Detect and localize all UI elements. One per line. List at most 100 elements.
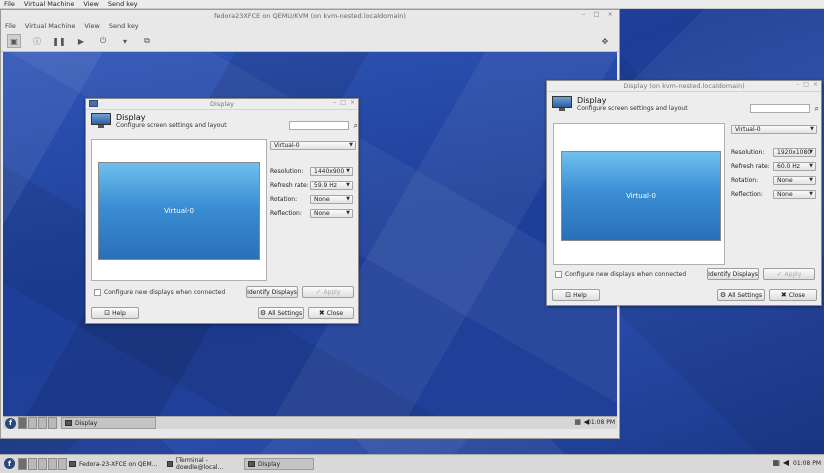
- console-icon[interactable]: ▣: [7, 34, 21, 48]
- workspace-2[interactable]: [28, 458, 37, 470]
- task-fedora-vm[interactable]: Fedora-23-XFCE on QEM...: [66, 458, 162, 470]
- pause-icon[interactable]: ❚❚: [52, 35, 65, 47]
- guest-rotation-select[interactable]: None ▼: [310, 195, 353, 204]
- minimize-icon[interactable]: –: [333, 99, 336, 106]
- maximize-icon[interactable]: □: [340, 99, 346, 106]
- task-terminal[interactable]: [Terminal - dowdle@local...: [164, 457, 244, 471]
- host-close-label: Close: [788, 291, 806, 299]
- minimize-icon[interactable]: –: [796, 81, 799, 88]
- menu-send-key[interactable]: Send key: [108, 0, 138, 8]
- minimize-icon[interactable]: –: [582, 10, 585, 18]
- fedora-menu-icon[interactable]: f: [4, 458, 15, 469]
- host-dialog-header: Display Configure screen settings and la…: [552, 96, 688, 112]
- close-icon[interactable]: ×: [350, 99, 355, 106]
- fullscreen-icon[interactable]: ✥: [599, 35, 611, 47]
- host-display-dialog: Display (on kvm-nested.localdomain) – □ …: [546, 80, 822, 306]
- host-workspace-switcher[interactable]: [18, 458, 67, 470]
- chevron-down-icon: ▼: [809, 177, 813, 183]
- guest-display-preview: Virtual-0: [91, 139, 267, 281]
- guest-all-settings-label: All Settings: [268, 309, 303, 317]
- guest-help-button[interactable]: ⊡ Help: [91, 307, 139, 319]
- guest-reflection-select[interactable]: None ▼: [310, 209, 353, 218]
- shutdown-icon[interactable]: ⏻: [97, 35, 109, 47]
- host-rotation-value: None: [777, 177, 793, 184]
- menu-file[interactable]: File: [4, 0, 15, 8]
- guest-identify-displays-button[interactable]: Identify Displays: [246, 286, 298, 298]
- checkbox-icon[interactable]: [94, 289, 101, 296]
- run-icon[interactable]: ▶: [75, 35, 87, 47]
- host-rotation-select[interactable]: None ▼: [773, 176, 816, 185]
- vm-menu-send-key[interactable]: Send key: [109, 22, 139, 30]
- guest-dialog-window-title: Display: [210, 100, 234, 108]
- host-monitor-thumbnail[interactable]: Virtual-0: [561, 151, 721, 241]
- task-display[interactable]: Display: [244, 458, 314, 470]
- host-close-button[interactable]: ✖ Close: [769, 289, 817, 301]
- host-output-select[interactable]: Virtual-0 ▼: [731, 125, 817, 134]
- guest-output-value: Virtual-0: [274, 142, 300, 149]
- guest-search-input[interactable]: ⌕: [289, 121, 358, 130]
- guest-configure-new-displays-checkbox[interactable]: Configure new displays when connected: [94, 289, 225, 296]
- guest-resolution-select[interactable]: 1440x900 ▼: [310, 167, 353, 176]
- host-configure-new-displays-checkbox[interactable]: Configure new displays when connected: [555, 271, 686, 278]
- workspace-3[interactable]: [38, 458, 47, 470]
- host-reflection-label: Reflection:: [731, 191, 763, 198]
- host-all-settings-button[interactable]: ⚙ All Settings: [717, 289, 765, 301]
- host-help-button[interactable]: ⊡ Help: [552, 289, 600, 301]
- maximize-icon[interactable]: □: [803, 81, 809, 88]
- maximize-icon[interactable]: □: [593, 10, 599, 18]
- menu-view[interactable]: View: [83, 0, 98, 8]
- guest-monitor-thumbnail[interactable]: Virtual-0: [98, 162, 260, 260]
- host-search-input[interactable]: ⌕: [750, 104, 819, 113]
- close-icon[interactable]: ×: [608, 10, 613, 18]
- search-icon[interactable]: ⌕: [815, 104, 819, 114]
- workspace-3[interactable]: [38, 417, 47, 429]
- snapshots-icon[interactable]: ⧉: [141, 35, 153, 47]
- host-identify-label: Identify Displays: [708, 270, 758, 278]
- workspace-1[interactable]: [18, 417, 27, 429]
- workspace-1[interactable]: [18, 458, 27, 470]
- chevron-down-icon: ▼: [809, 191, 813, 197]
- host-refresh-select[interactable]: 60.0 Hz ▼: [773, 162, 816, 171]
- search-icon[interactable]: ⌕: [354, 121, 358, 131]
- guest-refresh-select[interactable]: 59.9 Hz ▼: [310, 181, 353, 190]
- network-icon[interactable]: ▦: [574, 418, 581, 426]
- checkbox-icon[interactable]: [555, 271, 562, 278]
- host-taskbar: f Fedora-23-XFCE on QEM... [Terminal - d…: [0, 454, 824, 473]
- guest-apply-button[interactable]: ✓ Apply: [302, 286, 354, 298]
- guest-output-select[interactable]: Virtual-0 ▼: [270, 141, 356, 150]
- fedora-menu-icon[interactable]: f: [5, 417, 16, 429]
- guest-close-button[interactable]: ✖ Close: [308, 307, 354, 319]
- guest-clock: 01:08 PM: [587, 419, 615, 426]
- details-icon[interactable]: ⓘ: [31, 35, 43, 47]
- host-dialog-subtitle: Configure screen settings and layout: [577, 105, 688, 112]
- checkmark-icon: ✓: [776, 270, 783, 278]
- guest-task-display[interactable]: Display: [61, 417, 156, 429]
- host-reflection-select[interactable]: None ▼: [773, 190, 816, 199]
- menu-virtual-machine[interactable]: Virtual Machine: [24, 0, 75, 8]
- guest-all-settings-button[interactable]: ⚙ All Settings: [258, 307, 304, 319]
- volume-icon[interactable]: ◀: [783, 458, 789, 467]
- host-apply-button[interactable]: ✓ Apply: [763, 268, 815, 280]
- guest-identify-label: Identify Displays: [247, 288, 297, 296]
- vm-menu-view[interactable]: View: [84, 22, 99, 30]
- vm-window-menubar: File Virtual Machine View Send key: [1, 21, 619, 31]
- host-refresh-value: 60.0 Hz: [777, 163, 800, 170]
- vm-menu-file[interactable]: File: [5, 22, 16, 30]
- workspace-2[interactable]: [28, 417, 37, 429]
- guest-refresh-label: Refresh rate:: [270, 182, 309, 189]
- guest-display[interactable]: Display – □ × Display Configure screen s…: [3, 52, 617, 429]
- vm-menu-virtual-machine[interactable]: Virtual Machine: [25, 22, 76, 30]
- host-identify-displays-button[interactable]: Identify Displays: [707, 268, 759, 280]
- shutdown-menu-icon[interactable]: ▾: [119, 35, 131, 47]
- close-icon[interactable]: ×: [813, 81, 818, 88]
- vm-viewer-window: fedora23XFCE on QEMU/KVM (on kvm-nested.…: [0, 9, 620, 439]
- guest-workspace-switcher[interactable]: [18, 417, 57, 429]
- workspace-4[interactable]: [48, 458, 57, 470]
- task-fedora-vm-label: Fedora-23-XFCE on QEM...: [79, 460, 158, 468]
- host-clock: 01:08 PM: [793, 460, 821, 467]
- task-terminal-label: [Terminal - dowdle@local...: [176, 457, 224, 471]
- workspace-4[interactable]: [48, 417, 57, 429]
- network-icon[interactable]: ▦: [772, 458, 780, 467]
- chevron-down-icon: ▼: [349, 142, 353, 148]
- host-resolution-select[interactable]: 1920x1080 ▼: [773, 148, 816, 157]
